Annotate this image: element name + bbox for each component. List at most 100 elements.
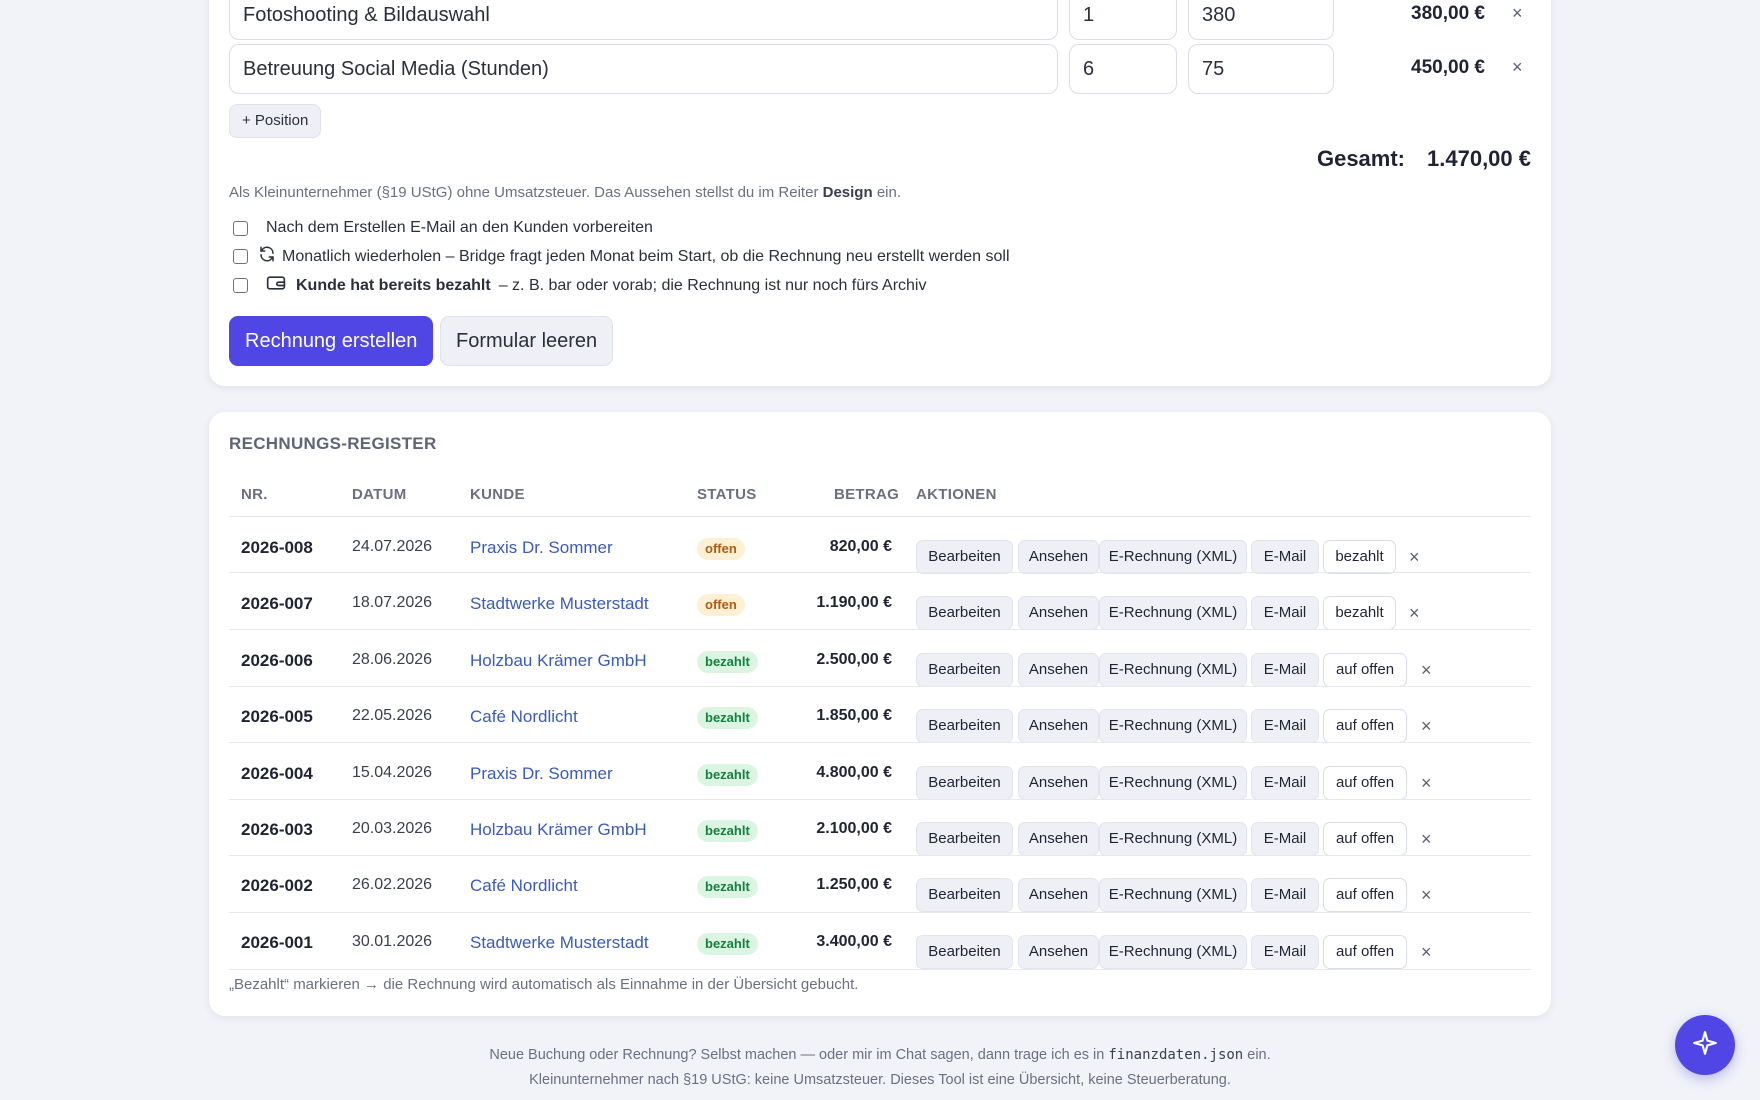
position-line-total: 380,00 €	[1411, 3, 1485, 24]
table-row: 2026-004 15.04.2026 Praxis Dr. Sommer be…	[209, 750, 1551, 806]
invoice-total: Gesamt: 1.470,00 €	[1317, 146, 1531, 172]
invoice-customer-link[interactable]: Praxis Dr. Sommer	[470, 538, 613, 558]
col-header-aktionen: AKTIONEN	[916, 486, 997, 503]
edit-button[interactable]: Bearbeiten	[916, 653, 1013, 687]
position-price-input[interactable]: 380	[1188, 0, 1334, 40]
xml-invoice-button[interactable]: E-Rechnung (XML)	[1099, 596, 1247, 630]
view-button[interactable]: Ansehen	[1018, 709, 1099, 743]
edit-button[interactable]: Bearbeiten	[916, 596, 1013, 630]
delete-icon[interactable]: ×	[1409, 603, 1420, 623]
delete-icon[interactable]: ×	[1421, 885, 1432, 905]
view-button[interactable]: Ansehen	[1018, 596, 1099, 630]
footer-line-2: Kleinunternehmer nach §19 UStG: keine Um…	[529, 1072, 1231, 1088]
email-checkbox[interactable]	[233, 220, 248, 236]
xml-invoice-button[interactable]: E-Rechnung (XML)	[1099, 540, 1247, 574]
email-button[interactable]: E-Mail	[1251, 822, 1319, 856]
xml-invoice-button[interactable]: E-Rechnung (XML)	[1099, 935, 1247, 969]
view-button[interactable]: Ansehen	[1018, 935, 1099, 969]
xml-invoice-button[interactable]: E-Rechnung (XML)	[1099, 878, 1247, 912]
invoice-amount: 3.400,00 €	[816, 933, 892, 950]
position-line-total: 450,00 €	[1411, 57, 1485, 78]
invoice-nr: 2026-007	[241, 594, 313, 613]
register-footnote: „Bezahlt“ markieren → die Rechnung wird …	[229, 976, 859, 993]
mark-paid-button[interactable]: bezahlt	[1323, 596, 1396, 630]
footer-filename: finanzdaten.json	[1108, 1047, 1244, 1063]
position-quantity-input[interactable]: 1	[1069, 0, 1177, 40]
invoice-form-card: Fotoshooting & Bildauswahl 1 380 380,00 …	[209, 0, 1551, 386]
mark-open-button[interactable]: auf offen	[1323, 709, 1407, 743]
invoice-customer-link[interactable]: Praxis Dr. Sommer	[470, 764, 613, 784]
table-row: 2026-001 30.01.2026 Stadtwerke Mustersta…	[209, 919, 1551, 975]
view-button[interactable]: Ansehen	[1018, 540, 1099, 574]
delete-icon[interactable]: ×	[1421, 773, 1432, 793]
mark-open-button[interactable]: auf offen	[1323, 653, 1407, 687]
add-position-button[interactable]: + Position	[229, 104, 322, 138]
remove-position-icon[interactable]: ×	[1512, 57, 1523, 77]
invoice-customer-link[interactable]: Holzbau Krämer GmbH	[470, 651, 647, 671]
invoice-amount: 1.190,00 €	[816, 594, 892, 611]
mark-open-button[interactable]: auf offen	[1323, 878, 1407, 912]
email-button[interactable]: E-Mail	[1251, 766, 1319, 800]
remove-position-icon[interactable]: ×	[1512, 3, 1523, 23]
assistant-fab-button[interactable]	[1675, 1015, 1735, 1075]
invoice-customer-link[interactable]: Café Nordlicht	[470, 876, 578, 896]
edit-button[interactable]: Bearbeiten	[916, 935, 1013, 969]
mark-open-button[interactable]: auf offen	[1323, 822, 1407, 856]
create-invoice-button[interactable]: Rechnung erstellen	[229, 316, 434, 366]
position-quantity-input[interactable]: 6	[1069, 44, 1177, 94]
email-button[interactable]: E-Mail	[1251, 653, 1319, 687]
view-button[interactable]: Ansehen	[1018, 766, 1099, 800]
col-header-datum: DATUM	[352, 486, 407, 503]
invoice-customer-link[interactable]: Stadtwerke Musterstadt	[470, 933, 649, 953]
xml-invoice-button[interactable]: E-Rechnung (XML)	[1099, 653, 1247, 687]
invoice-customer-link[interactable]: Café Nordlicht	[470, 707, 578, 727]
col-header-betrag: BETRAG	[834, 486, 900, 503]
position-row: Betreuung Social Media (Stunden) 6 75 45…	[229, 44, 1547, 94]
edit-button[interactable]: Bearbeiten	[916, 766, 1013, 800]
email-button[interactable]: E-Mail	[1251, 596, 1319, 630]
invoice-date: 30.01.2026	[352, 933, 433, 950]
edit-button[interactable]: Bearbeiten	[916, 822, 1013, 856]
delete-icon[interactable]: ×	[1409, 547, 1420, 567]
footer-text-end: ein.	[1247, 1047, 1271, 1063]
email-button[interactable]: E-Mail	[1251, 878, 1319, 912]
paid-checkbox[interactable]	[233, 278, 248, 293]
view-button[interactable]: Ansehen	[1018, 822, 1099, 856]
header-divider	[229, 516, 1531, 517]
xml-invoice-button[interactable]: E-Rechnung (XML)	[1099, 709, 1247, 743]
option-repeat: Monatlich wiederholen – Bridge fragt jed…	[233, 245, 1010, 268]
invoice-customer-link[interactable]: Stadtwerke Musterstadt	[470, 594, 649, 614]
email-button[interactable]: E-Mail	[1251, 709, 1319, 743]
delete-icon[interactable]: ×	[1421, 829, 1432, 849]
delete-icon[interactable]: ×	[1421, 942, 1432, 962]
mark-paid-button[interactable]: bezahlt	[1323, 540, 1396, 574]
invoice-date: 20.03.2026	[352, 820, 433, 837]
col-header-status: STATUS	[697, 486, 757, 503]
email-button[interactable]: E-Mail	[1251, 540, 1319, 574]
delete-icon[interactable]: ×	[1421, 716, 1432, 736]
invoice-amount: 4.800,00 €	[816, 764, 892, 781]
edit-button[interactable]: Bearbeiten	[916, 878, 1013, 912]
wallet-icon	[266, 275, 286, 296]
view-button[interactable]: Ansehen	[1018, 653, 1099, 687]
edit-button[interactable]: Bearbeiten	[916, 540, 1013, 574]
view-button[interactable]: Ansehen	[1018, 878, 1099, 912]
invoice-amount: 2.500,00 €	[816, 651, 892, 668]
email-button[interactable]: E-Mail	[1251, 935, 1319, 969]
clear-form-button[interactable]: Formular leeren	[440, 316, 614, 366]
edit-button[interactable]: Bearbeiten	[916, 709, 1013, 743]
repeat-checkbox[interactable]	[233, 249, 248, 264]
xml-invoice-button[interactable]: E-Rechnung (XML)	[1099, 766, 1247, 800]
position-description-input[interactable]: Fotoshooting & Bildauswahl	[229, 0, 1058, 40]
xml-invoice-button[interactable]: E-Rechnung (XML)	[1099, 822, 1247, 856]
invoice-customer-link[interactable]: Holzbau Krämer GmbH	[470, 820, 647, 840]
position-price-input[interactable]: 75	[1188, 44, 1334, 94]
row-divider	[229, 912, 1531, 913]
mark-open-button[interactable]: auf offen	[1323, 766, 1407, 800]
status-badge: bezahlt	[697, 820, 758, 842]
delete-icon[interactable]: ×	[1421, 660, 1432, 680]
mark-open-button[interactable]: auf offen	[1323, 935, 1407, 969]
option-email-label: Nach dem Erstellen E-Mail an den Kunden …	[266, 219, 653, 236]
row-divider	[229, 572, 1531, 573]
position-description-input[interactable]: Betreuung Social Media (Stunden)	[229, 44, 1058, 94]
